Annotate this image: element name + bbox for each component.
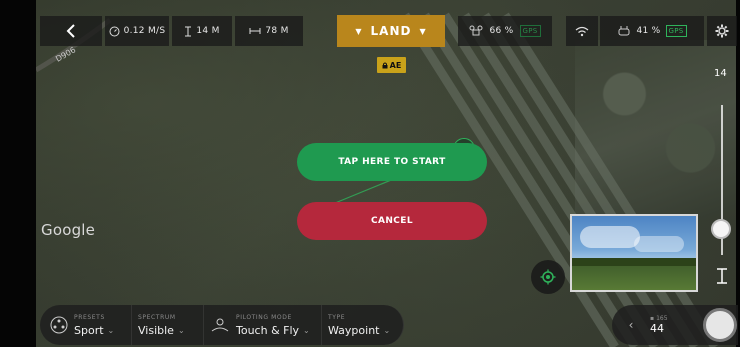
land-button[interactable]: ▼ LAND ▼ xyxy=(337,15,445,47)
back-button[interactable] xyxy=(40,16,102,46)
bottom-bar: PRESETS Sport ⌄ SPECTRUM Visible ⌄ PILOTIN… xyxy=(40,305,404,345)
chevron-down-icon: ▼ xyxy=(419,26,427,36)
presets-title: PRESETS xyxy=(74,313,105,321)
spectrum-selector[interactable]: SPECTRUM Visible ⌄ xyxy=(132,305,204,345)
controller-icon xyxy=(618,26,630,36)
chevron-left-icon xyxy=(66,24,75,38)
controller-battery-value: 41 % xyxy=(636,26,661,36)
controller-status: 41 % GPS xyxy=(600,16,704,46)
piloting-mode-title: PILOTING MODE xyxy=(236,313,292,321)
drone-battery-value: 66 % xyxy=(489,26,514,36)
settings-button[interactable] xyxy=(707,16,737,46)
chevron-down-icon: ⌄ xyxy=(303,325,310,335)
type-title: TYPE xyxy=(328,313,346,321)
distance-icon xyxy=(249,28,261,34)
altitude-icon xyxy=(708,262,736,290)
speedometer-icon xyxy=(109,26,120,36)
cancel-button[interactable]: CANCEL xyxy=(297,202,487,240)
touch-fly-icon xyxy=(211,318,229,332)
ae-label: AE xyxy=(389,60,402,70)
media-counter[interactable]: ▪ 165 44 xyxy=(650,315,690,335)
distance-indicator: 78 M xyxy=(235,16,303,46)
top-bar: 0.12 M/S 14 M 78 M xyxy=(40,16,303,46)
type-selector[interactable]: TYPE Waypoint ⌄ xyxy=(322,305,404,345)
shutter-button[interactable] xyxy=(703,308,737,342)
type-value: Waypoint xyxy=(328,323,380,337)
chevron-left-icon: ‹ xyxy=(628,318,634,332)
media-prev-button[interactable]: ‹ xyxy=(612,318,650,332)
chevron-down-icon: ⌄ xyxy=(107,325,115,335)
ae-lock-badge[interactable]: AE xyxy=(377,57,406,73)
camera-preview[interactable] xyxy=(570,214,698,292)
spectrum-value: Visible xyxy=(138,323,174,337)
speed-indicator: 0.12 M/S xyxy=(105,16,169,46)
preview-cloud xyxy=(634,236,684,252)
preview-treeline xyxy=(572,258,696,266)
chevron-down-icon: ⌄ xyxy=(177,325,185,335)
google-logo: Google xyxy=(41,221,96,239)
presets-selector[interactable]: PRESETS Sport ⌄ xyxy=(40,305,132,345)
left-edge xyxy=(0,0,36,347)
drone-status: 66 % GPS xyxy=(458,16,552,46)
lock-icon xyxy=(382,62,388,68)
recenter-button[interactable] xyxy=(531,260,565,294)
chevron-down-icon: ⌄ xyxy=(383,325,391,335)
recenter-icon xyxy=(540,269,556,285)
distance-value: 78 M xyxy=(265,26,289,36)
presets-icon xyxy=(50,316,68,334)
altitude-indicator: 14 M xyxy=(172,16,232,46)
piloting-mode-value: Touch & Fly xyxy=(236,323,300,337)
sd-card-icon: ▪ xyxy=(650,315,655,322)
media-total: 165 xyxy=(656,315,668,322)
wifi-status xyxy=(566,16,598,46)
controller-gps-badge: GPS xyxy=(665,25,687,37)
preview-cloud xyxy=(580,226,640,248)
chevron-down-icon: ▼ xyxy=(355,26,363,36)
gear-icon xyxy=(715,24,729,38)
speed-value: 0.12 M/S xyxy=(123,26,166,36)
altitude-value: 14 M xyxy=(196,26,220,36)
drone-gps-badge: GPS xyxy=(519,25,541,37)
right-edge xyxy=(736,0,740,347)
presets-value: Sport xyxy=(74,323,104,337)
altitude-slider-thumb[interactable] xyxy=(711,219,731,239)
piloting-mode-selector[interactable]: PILOTING MODE Touch & Fly ⌄ xyxy=(204,305,322,345)
land-label: LAND xyxy=(370,24,412,38)
wifi-icon xyxy=(575,26,589,36)
altitude-icon xyxy=(185,26,192,36)
start-button[interactable]: TAP HERE TO START xyxy=(297,143,487,181)
spectrum-title: SPECTRUM xyxy=(138,313,176,321)
altitude-slider-value: 14 xyxy=(714,68,727,79)
media-current: 44 xyxy=(650,322,664,335)
drone-icon xyxy=(469,25,483,36)
